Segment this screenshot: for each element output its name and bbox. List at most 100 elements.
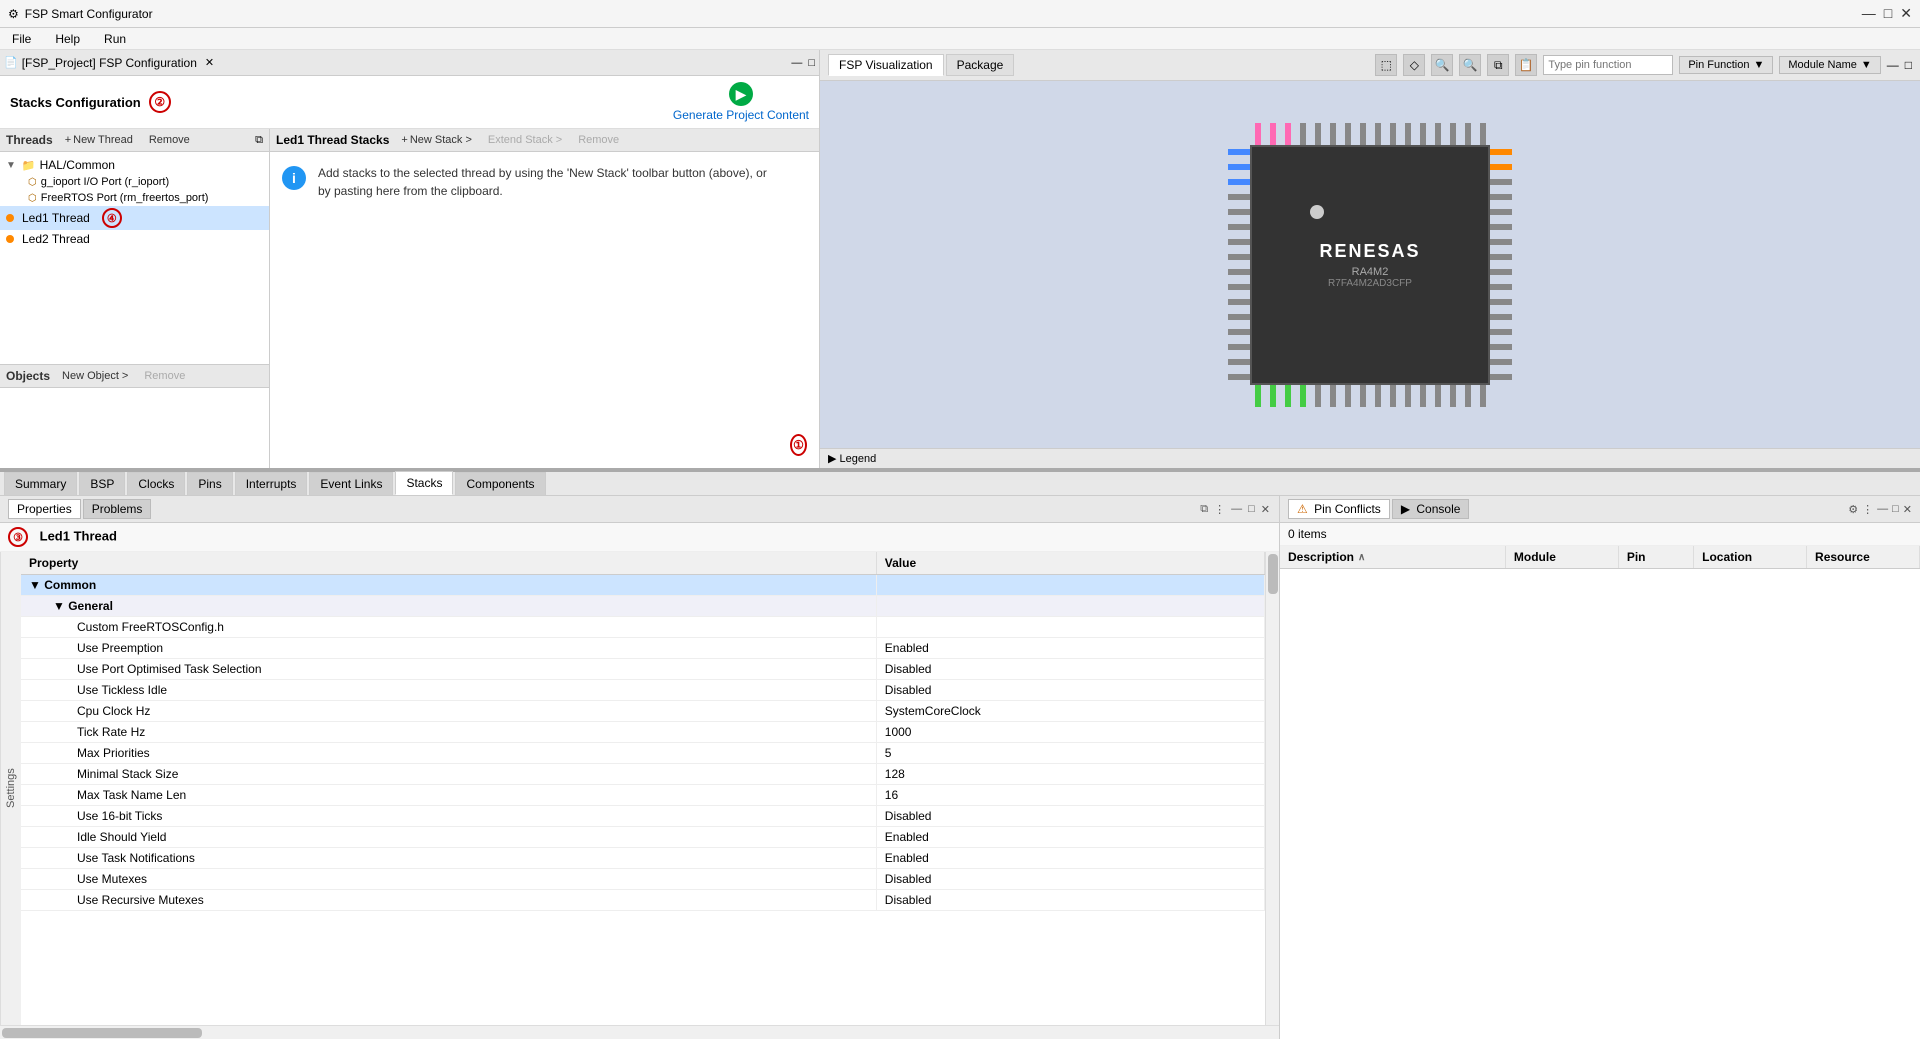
prop-row-task-notifications[interactable]: Use Task Notifications Enabled — [21, 848, 1265, 869]
viz-tool-copy[interactable]: ⧉ — [1487, 54, 1509, 76]
tab-bsp[interactable]: BSP — [79, 472, 125, 495]
extend-stack-button[interactable]: Extend Stack > — [484, 132, 566, 148]
tab-clocks[interactable]: Clocks — [127, 472, 185, 495]
minimize-button[interactable]: — — [1862, 5, 1876, 22]
menu-file[interactable]: File — [8, 30, 35, 48]
pin-function-dropdown[interactable]: Pin Function ▼ — [1679, 56, 1773, 74]
props-hscroll-thumb[interactable] — [2, 1028, 202, 1038]
module-name-dropdown[interactable]: Module Name ▼ — [1779, 56, 1880, 74]
tree-item-hal-common[interactable]: ▼ 📁 HAL/Common — [0, 156, 269, 174]
conflicts-close-icon[interactable]: ✕ — [1903, 503, 1912, 516]
viz-tool-paste[interactable]: 📋 — [1515, 54, 1537, 76]
tab-package[interactable]: Package — [946, 54, 1015, 76]
prop-row-general[interactable]: ▼ General — [21, 596, 1265, 617]
remove-stack-button[interactable]: Remove — [574, 132, 623, 148]
panel-minimize-icon[interactable]: — — [791, 57, 802, 69]
tab-pins[interactable]: Pins — [187, 472, 232, 495]
menu-help[interactable]: Help — [51, 30, 84, 48]
pin-bot-5 — [1315, 385, 1321, 407]
tree-item-ioport[interactable]: ⬡ g_ioport I/O Port (r_ioport) — [0, 174, 269, 190]
col-description[interactable]: Description ∧ — [1280, 546, 1506, 568]
viz-tool-cursor[interactable]: ⬚ — [1375, 54, 1397, 76]
viz-tool-zoom-in[interactable]: 🔍 — [1459, 54, 1481, 76]
conflicts-options-icon[interactable]: ⋮ — [1862, 503, 1873, 516]
prop-row-recursive-mutexes[interactable]: Use Recursive Mutexes Disabled — [21, 890, 1265, 911]
props-scrollbar[interactable] — [1265, 552, 1279, 1025]
conflicts-filter-icon[interactable]: ⚙ — [1848, 503, 1858, 516]
menu-run[interactable]: Run — [100, 30, 130, 48]
props-options-icon[interactable]: ⋮ — [1213, 502, 1226, 517]
col-location[interactable]: Location — [1694, 546, 1807, 568]
tab-properties[interactable]: Properties — [8, 499, 81, 519]
objects-label: Objects — [6, 369, 50, 383]
col-module[interactable]: Module — [1506, 546, 1619, 568]
remove-object-button[interactable]: Remove — [140, 368, 189, 384]
pin-left-6 — [1228, 224, 1250, 230]
new-stack-button[interactable]: + New Stack > — [397, 132, 476, 148]
tab-summary[interactable]: Summary — [4, 472, 77, 495]
fsp-config-tab-close[interactable]: ✕ — [205, 56, 214, 69]
props-minimize-icon[interactable]: — — [1230, 502, 1243, 517]
close-button[interactable]: ✕ — [1900, 5, 1912, 22]
conflicts-minimize-icon[interactable]: — — [1877, 503, 1888, 516]
prop-row-idle-yield[interactable]: Idle Should Yield Enabled — [21, 827, 1265, 848]
tab-console[interactable]: ▶ Console — [1392, 499, 1470, 519]
remove-thread-button[interactable]: Remove — [145, 132, 194, 148]
prop-row-min-stack[interactable]: Minimal Stack Size 128 — [21, 764, 1265, 785]
pin-left-12 — [1228, 314, 1250, 320]
prop-value-idle-yield: Enabled — [876, 827, 1264, 848]
expand-icon: ▼ — [6, 160, 16, 171]
tree-item-led2-thread[interactable]: Led2 Thread — [0, 230, 269, 248]
tab-pin-conflicts[interactable]: ⚠ Pin Conflicts — [1288, 499, 1390, 519]
pin-top-6 — [1330, 123, 1336, 145]
prop-row-mutexes[interactable]: Use Mutexes Disabled — [21, 869, 1265, 890]
prop-row-tickless-idle[interactable]: Use Tickless Idle Disabled — [21, 680, 1265, 701]
props-scrollbar-thumb[interactable] — [1268, 554, 1278, 594]
tab-problems[interactable]: Problems — [83, 499, 152, 519]
prop-row-tick-rate[interactable]: Tick Rate Hz 1000 — [21, 722, 1265, 743]
new-thread-button[interactable]: + New Thread — [61, 132, 137, 148]
ioport-icon: ⬡ — [28, 177, 37, 188]
prop-row-task-name-len[interactable]: Max Task Name Len 16 — [21, 785, 1265, 806]
tab-fsp-visualization[interactable]: FSP Visualization — [828, 54, 944, 76]
maximize-button[interactable]: □ — [1884, 5, 1892, 22]
tab-interrupts[interactable]: Interrupts — [235, 472, 308, 495]
viz-tool-select[interactable]: ◇ — [1403, 54, 1425, 76]
conflicts-maximize-icon[interactable]: □ — [1892, 503, 1899, 516]
tree-item-led1-thread[interactable]: Led1 Thread ④ — [0, 206, 269, 230]
prop-row-16bit-ticks[interactable]: Use 16-bit Ticks Disabled — [21, 806, 1265, 827]
new-object-button[interactable]: New Object > — [58, 368, 132, 384]
prop-row-use-preemption[interactable]: Use Preemption Enabled — [21, 638, 1265, 659]
pin-function-search[interactable] — [1543, 55, 1673, 75]
props-expand-icon[interactable]: ⧉ — [1199, 502, 1209, 517]
prop-row-max-priorities[interactable]: Max Priorities 5 — [21, 743, 1265, 764]
prop-row-common[interactable]: ▼ Common — [21, 575, 1265, 596]
legend-bar[interactable]: ▶ Legend — [820, 448, 1920, 468]
prop-row-cpu-clock[interactable]: Cpu Clock Hz SystemCoreClock — [21, 701, 1265, 722]
col-resource[interactable]: Resource — [1807, 546, 1920, 568]
pin-right-7 — [1490, 239, 1512, 245]
viz-minimize-icon[interactable]: — — [1887, 58, 1899, 72]
viz-tool-search[interactable]: 🔍 — [1431, 54, 1453, 76]
conflicts-panel: ⚠ Pin Conflicts ▶ Console ⚙ ⋮ — □ ✕ — [1280, 496, 1920, 1039]
viz-tabs: FSP Visualization Package — [828, 54, 1014, 76]
viz-toolbar: ⬚ ◇ 🔍 🔍 ⧉ 📋 Pin Function ▼ Module Name ▼ — [1375, 54, 1912, 76]
tab-components[interactable]: Components — [455, 472, 545, 495]
col-pin[interactable]: Pin — [1619, 546, 1694, 568]
threads-panel-ctrl[interactable]: ⧉ — [255, 134, 263, 147]
pin-left-16 — [1228, 374, 1250, 380]
prop-row-custom-freertos[interactable]: Custom FreeRTOSConfig.h — [21, 617, 1265, 638]
prop-row-port-optimised[interactable]: Use Port Optimised Task Selection Disabl… — [21, 659, 1265, 680]
props-hscroll[interactable] — [0, 1025, 1279, 1039]
tree-item-freertos-port[interactable]: ⬡ FreeRTOS Port (rm_freertos_port) — [0, 190, 269, 206]
viz-header: FSP Visualization Package ⬚ ◇ 🔍 🔍 ⧉ 📋 Pi… — [820, 50, 1920, 81]
props-close-icon[interactable]: ✕ — [1260, 502, 1271, 517]
generate-project-content-button[interactable]: ▶ Generate Project Content — [673, 82, 809, 122]
fsp-config-tab[interactable]: [FSP_Project] FSP Configuration — [22, 56, 197, 70]
tab-stacks[interactable]: Stacks — [395, 471, 453, 495]
props-maximize-icon[interactable]: □ — [1247, 502, 1256, 517]
tab-event-links[interactable]: Event Links — [309, 472, 393, 495]
pin-bot-9 — [1375, 385, 1381, 407]
viz-maximize-icon[interactable]: □ — [1905, 58, 1912, 72]
panel-maximize-icon[interactable]: □ — [808, 57, 815, 69]
